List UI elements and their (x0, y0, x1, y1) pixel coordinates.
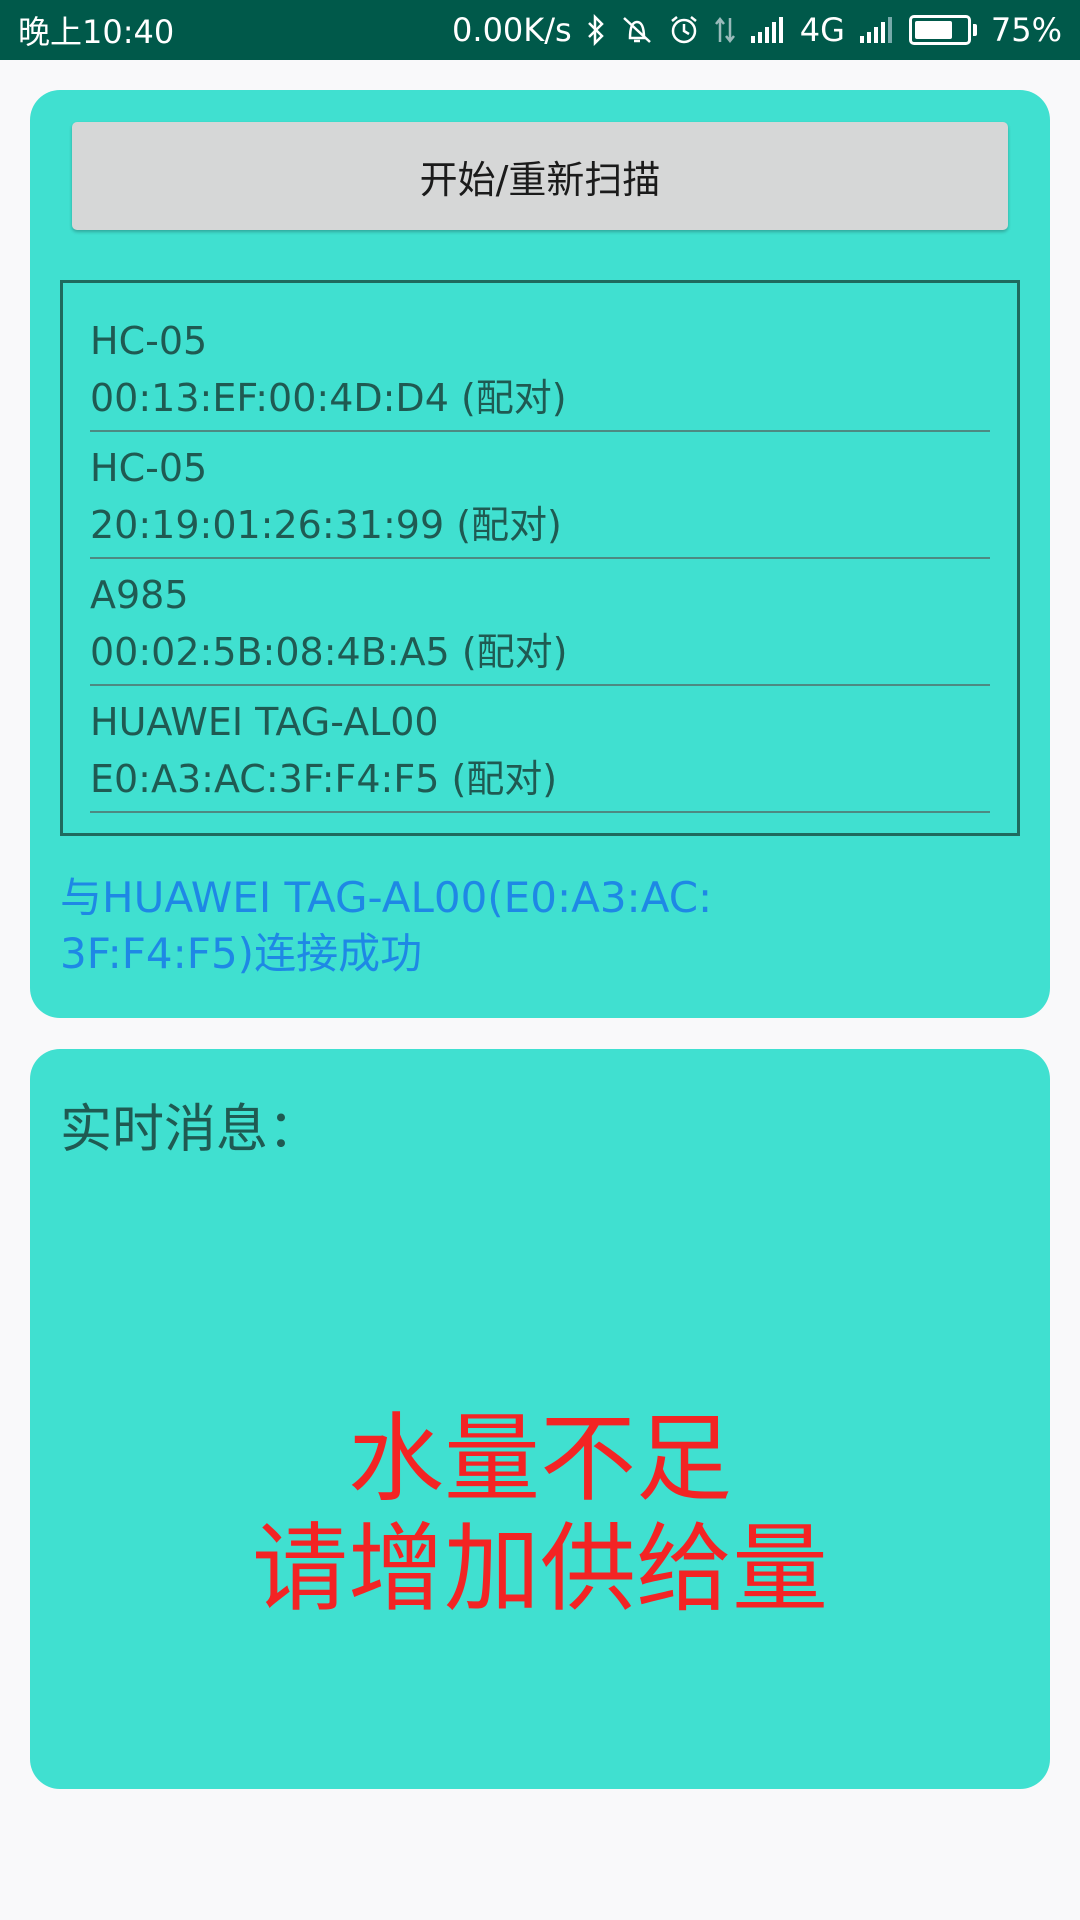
device-address: 00:13:EF:00:4D:D4 (配对) (90, 376, 567, 420)
status-bar: 晚上10:40 0.00K/s 4G 75% (0, 0, 1080, 60)
bluetooth-icon (586, 14, 606, 46)
realtime-card: 实时消息： 水量不足 请增加供给量 (30, 1049, 1050, 1789)
list-item[interactable]: A985 00:02:5B:08:4B:A5 (配对) (90, 559, 990, 686)
connection-status-line: 3F:F4:F5)连接成功 (60, 929, 423, 978)
device-name: HUAWEI TAG-AL00 (90, 700, 439, 744)
vibrate-off-icon (620, 14, 654, 46)
network-speed: 0.00K/s (452, 11, 572, 49)
list-item[interactable]: HC-05 20:19:01:26:31:99 (配对) (90, 432, 990, 559)
signal-icon (750, 16, 786, 44)
device-address: 20:19:01:26:31:99 (配对) (90, 503, 562, 547)
network-type: 4G (799, 11, 845, 49)
scan-button[interactable]: 开始/重新扫描 (72, 122, 1008, 230)
status-time: 晚上10:40 (18, 13, 175, 51)
signal-icon (859, 16, 895, 44)
device-address: 00:02:5B:08:4B:A5 (配对) (90, 630, 568, 674)
device-name: HC-05 (90, 319, 208, 363)
data-transfer-icon (714, 14, 736, 46)
alert-message: 水量不足 请增加供给量 (30, 1404, 1050, 1624)
device-address: E0:A3:AC:3F:F4:F5 (配对) (90, 757, 558, 801)
device-list: HC-05 00:13:EF:00:4D:D4 (配对) HC-05 20:19… (60, 280, 1020, 836)
alert-line: 水量不足 (348, 1403, 732, 1515)
bluetooth-card: 开始/重新扫描 HC-05 00:13:EF:00:4D:D4 (配对) HC-… (30, 90, 1050, 1018)
device-name: HC-05 (90, 446, 208, 490)
battery-icon (908, 15, 977, 45)
connection-status-line: 与HUAWEI TAG-AL00(E0:A3:AC: (60, 873, 713, 922)
list-item[interactable]: HUAWEI TAG-AL00 E0:A3:AC:3F:F4:F5 (配对) (90, 686, 990, 813)
connection-status: 与HUAWEI TAG-AL00(E0:A3:AC: 3F:F4:F5)连接成功 (60, 870, 780, 982)
status-icons: 0.00K/s 4G 75% (452, 11, 1062, 49)
device-name: A985 (90, 573, 189, 617)
list-item[interactable]: HC-05 00:13:EF:00:4D:D4 (配对) (90, 305, 990, 432)
realtime-title: 实时消息： (60, 1100, 321, 1160)
alert-line: 请增加供给量 (252, 1513, 828, 1625)
alarm-icon (668, 14, 700, 46)
battery-percent: 75% (990, 11, 1062, 49)
